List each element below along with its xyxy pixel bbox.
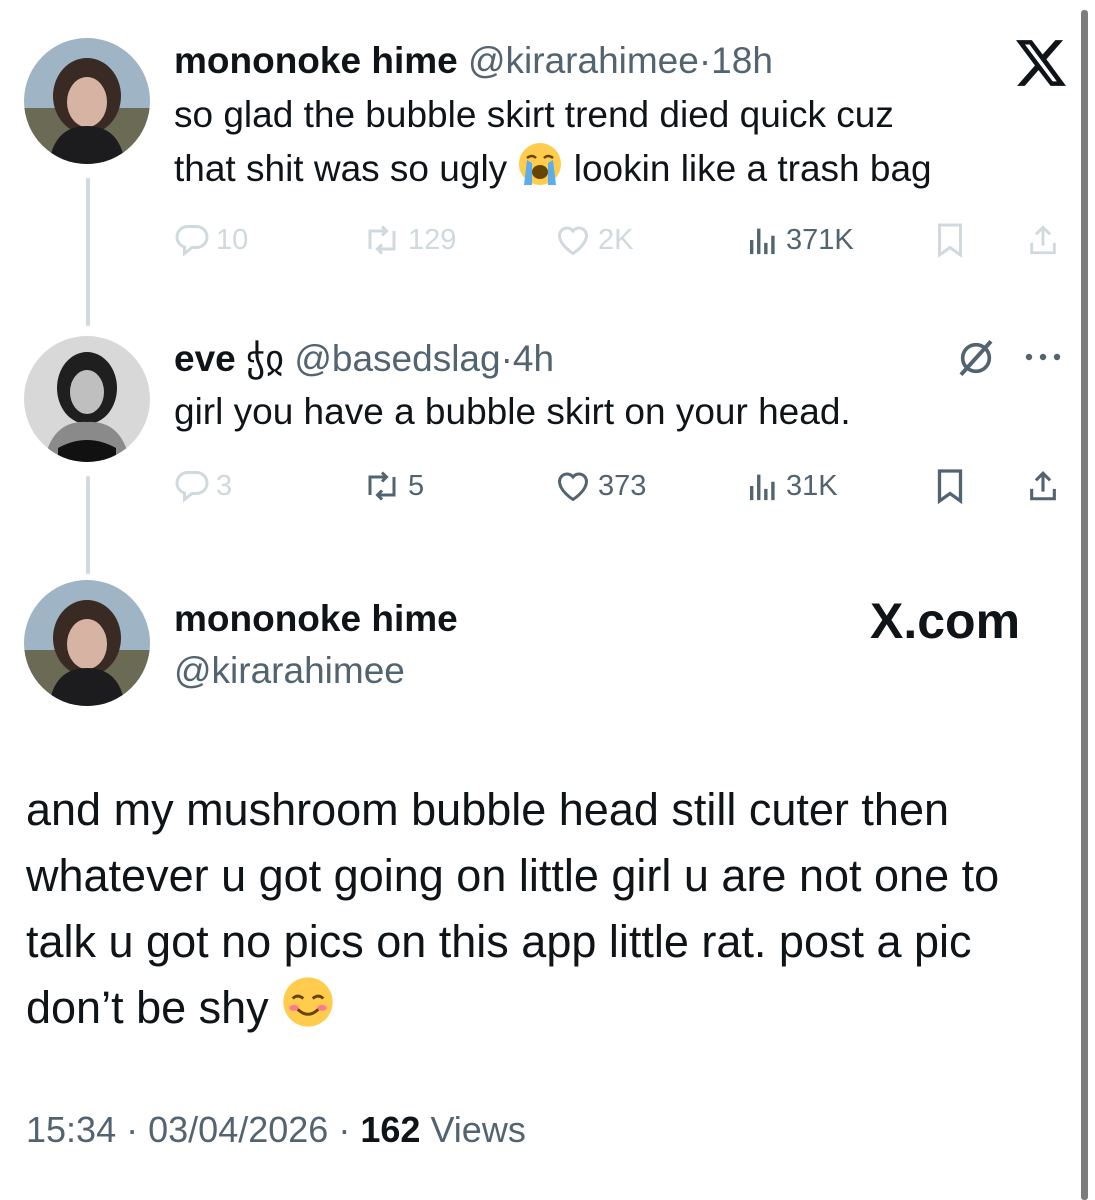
author-name[interactable]: mononoke hime: [174, 40, 458, 81]
thread-line: [86, 178, 90, 326]
tweet-text: girl you have a bubble skirt on your hea…: [174, 386, 851, 438]
share-icon: [1030, 225, 1056, 255]
repost-button[interactable]: 5: [362, 464, 424, 508]
share-button[interactable]: [1026, 464, 1060, 508]
thread-line: [86, 476, 90, 574]
separator: ·: [126, 1109, 139, 1150]
views-label: Views: [430, 1109, 526, 1150]
tweet-text-line: girl you have a bubble skirt on your hea…: [174, 391, 851, 432]
timestamp[interactable]: 18h: [711, 40, 773, 81]
repost-icon: [368, 225, 396, 255]
views-button[interactable]: 31K: [746, 464, 838, 508]
reply-count: 3: [216, 469, 233, 502]
bookmark-button[interactable]: [934, 464, 966, 508]
timestamp[interactable]: 4h: [513, 338, 554, 379]
loudly-crying-face-icon: [517, 141, 563, 201]
author-name[interactable]: eve: [174, 338, 236, 379]
share-button[interactable]: [1026, 218, 1060, 262]
author-handle[interactable]: @kirarahimee: [468, 40, 699, 81]
tweet-text-part: that shit was so ugly: [174, 148, 508, 189]
separator: ·: [500, 338, 513, 379]
x-logo-icon[interactable]: [1016, 40, 1066, 91]
repost-icon: [368, 471, 396, 501]
like-icon: [557, 226, 589, 256]
scrollbar[interactable]: [1081, 10, 1088, 1200]
tweet-actions: 3 5 373 31K: [174, 464, 1064, 508]
reply-icon: [175, 471, 209, 503]
views-count: 162: [360, 1109, 421, 1150]
like-count: 373: [598, 469, 647, 502]
author-handle[interactable]: @kirarahimee: [174, 652, 405, 689]
like-icon: [557, 472, 589, 502]
tweet-text-part: lookin like a trash bag: [573, 148, 932, 189]
views-count: 31K: [786, 469, 838, 502]
like-button[interactable]: 373: [554, 464, 646, 508]
tweet-text-line: don’t be shy: [26, 975, 1066, 1047]
author-handle[interactable]: @basedslag: [294, 338, 500, 379]
avatar[interactable]: [24, 580, 150, 706]
tweet-text-line: that shit was so ugly lookin like a tras…: [174, 141, 932, 201]
bookmark-icon: [938, 223, 962, 258]
tweet-meta: 15:34 · 03/04/2026 · 162 Views: [26, 1112, 526, 1148]
like-count: 2K: [598, 223, 634, 256]
like-button[interactable]: 2K: [554, 218, 633, 262]
avatar[interactable]: [24, 38, 150, 164]
post-time[interactable]: 15:34: [26, 1109, 116, 1150]
tweet-text-line: talk u got no pics on this app little ra…: [26, 916, 972, 967]
views-icon: [749, 474, 775, 501]
tweet-header: eve ჭჲ @basedslag·4h: [174, 340, 554, 377]
repost-button[interactable]: 129: [362, 218, 456, 262]
tweet-text-line: and my mushroom bubble head still cuter …: [26, 784, 950, 835]
repost-count: 5: [408, 469, 425, 502]
tweet-header: mononoke hime @kirarahimee·18h: [174, 42, 773, 79]
tweet-text-part: don’t be shy: [26, 982, 269, 1033]
repost-count: 129: [408, 223, 457, 256]
name-symbol: ჭჲ: [246, 338, 285, 379]
smiling-face-icon: [281, 975, 335, 1047]
reply-count: 10: [216, 223, 249, 256]
more-icon[interactable]: [1020, 350, 1066, 369]
bookmark-button[interactable]: [934, 218, 966, 262]
separator: ·: [698, 40, 712, 81]
avatar[interactable]: [24, 336, 150, 462]
tweet-text-line: so glad the bubble skirt trend died quic…: [174, 94, 894, 135]
tweet-text: so glad the bubble skirt trend died quic…: [174, 89, 932, 201]
separator: ·: [338, 1109, 351, 1150]
tweet-text: and my mushroom bubble head still cuter …: [26, 777, 1066, 1047]
tweet-actions: 10 129 2K 371K: [174, 218, 1064, 262]
grok-icon[interactable]: [956, 338, 996, 383]
reply-button[interactable]: 3: [174, 464, 232, 508]
post-date[interactable]: 03/04/2026: [148, 1109, 328, 1150]
author-name[interactable]: mononoke hime: [174, 600, 458, 637]
views-button[interactable]: 371K: [746, 218, 854, 262]
tweet-text-line: whatever u got going on little girl u ar…: [26, 850, 1000, 901]
reply-icon: [175, 225, 209, 257]
x-com-brand[interactable]: X.com: [870, 596, 1020, 646]
share-icon: [1030, 471, 1056, 501]
bookmark-icon: [937, 469, 963, 504]
views-icon: [749, 228, 775, 255]
reply-button[interactable]: 10: [174, 218, 248, 262]
views-count: 371K: [786, 223, 854, 256]
